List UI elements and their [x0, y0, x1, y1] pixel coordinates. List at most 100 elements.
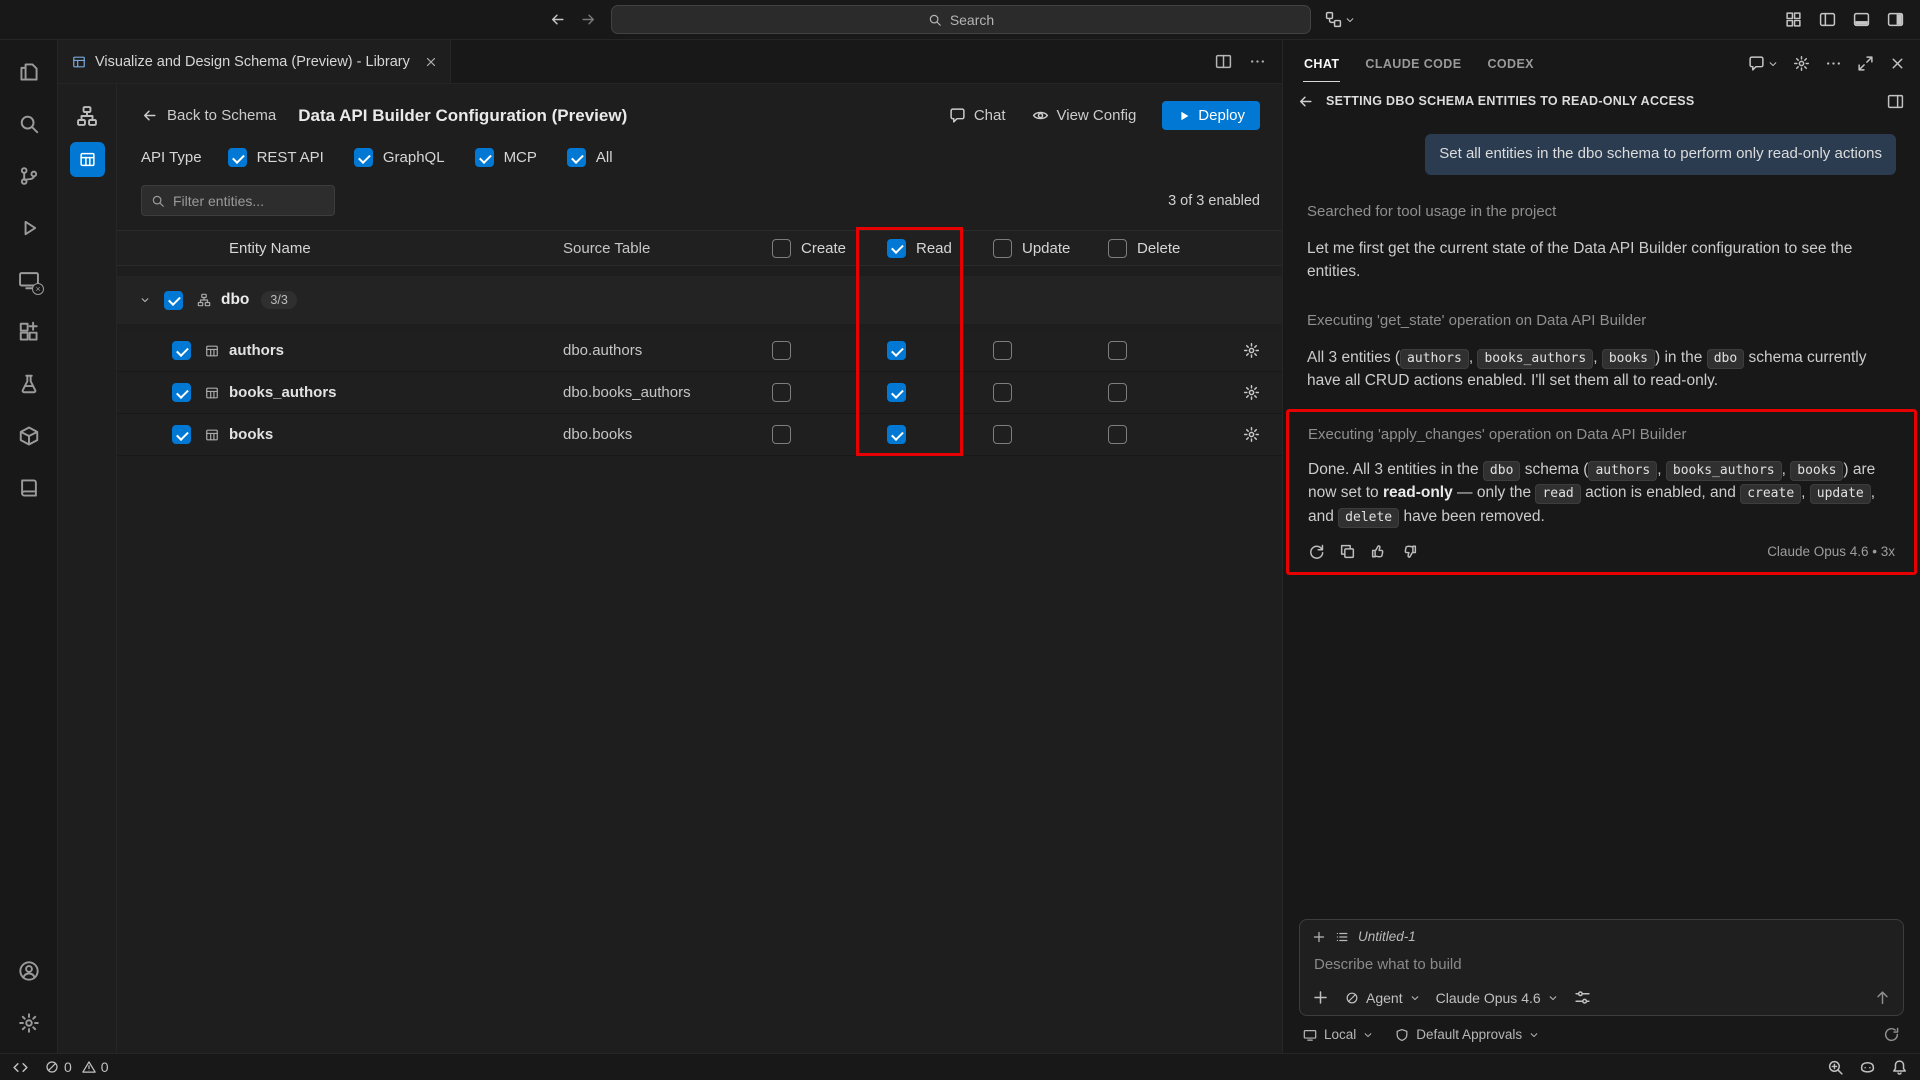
delete-checkbox[interactable]: [1108, 341, 1127, 360]
toggle-primary-sidebar-icon[interactable]: [1819, 11, 1836, 28]
all-checkbox[interactable]: [567, 148, 586, 167]
search-input[interactable]: Search: [611, 5, 1311, 34]
create-checkbox[interactable]: [772, 341, 791, 360]
editor-tab[interactable]: Visualize and Design Schema (Preview) - …: [58, 40, 451, 83]
delete-checkbox[interactable]: [1108, 425, 1127, 444]
nav-forward-icon[interactable]: [580, 11, 597, 28]
toggle-panel-icon[interactable]: [1853, 11, 1870, 28]
remote-indicator-icon[interactable]: [12, 1059, 29, 1076]
delete-checkbox[interactable]: [1108, 383, 1127, 402]
row-select-checkbox[interactable]: [172, 425, 191, 444]
sync-icon[interactable]: [1883, 1026, 1900, 1043]
copy-icon[interactable]: [1339, 543, 1356, 560]
open-session-in-editor-icon[interactable]: [1887, 93, 1904, 110]
thumbs-down-icon[interactable]: [1401, 543, 1418, 560]
read-checkbox[interactable]: [887, 425, 906, 444]
extensions-icon[interactable]: [0, 306, 57, 358]
delete-all-checkbox[interactable]: [1108, 239, 1127, 258]
api-option-graphql[interactable]: GraphQL: [354, 148, 445, 167]
filter-entities-input[interactable]: Filter entities...: [141, 185, 335, 216]
database-projects-icon[interactable]: [0, 410, 57, 462]
back-to-schema-button[interactable]: Back to Schema: [141, 107, 276, 124]
entity-name: books: [229, 426, 273, 443]
row-select-checkbox[interactable]: [172, 341, 191, 360]
row-settings-gear-icon[interactable]: [1243, 384, 1260, 401]
create-all-checkbox[interactable]: [772, 239, 791, 258]
read-checkbox[interactable]: [887, 341, 906, 360]
chat-prompt-input[interactable]: Describe what to build: [1314, 956, 1889, 973]
chat-more-actions-icon[interactable]: [1825, 55, 1842, 72]
retry-icon[interactable]: [1308, 543, 1325, 560]
chat-input-box[interactable]: Untitled-1 Describe what to build Agent …: [1299, 919, 1904, 1016]
update-checkbox[interactable]: [993, 425, 1012, 444]
schema-designer-icon[interactable]: [70, 98, 105, 133]
rest-api-checkbox[interactable]: [228, 148, 247, 167]
context-tab-label[interactable]: Untitled-1: [1358, 929, 1416, 944]
create-checkbox[interactable]: [772, 425, 791, 444]
model-picker-dropdown[interactable]: Claude Opus 4.6: [1436, 990, 1558, 1006]
tab-chat[interactable]: CHAT: [1303, 45, 1340, 82]
update-checkbox[interactable]: [993, 383, 1012, 402]
view-config-button[interactable]: View Config: [1032, 107, 1137, 124]
agent-mode-dropdown[interactable]: Agent: [1345, 990, 1420, 1006]
schema-group-row[interactable]: dbo 3/3: [117, 276, 1282, 324]
row-settings-gear-icon[interactable]: [1243, 426, 1260, 443]
table-row-books[interactable]: books dbo.books: [117, 414, 1282, 456]
thumbs-up-icon[interactable]: [1370, 543, 1387, 560]
api-option-mcp[interactable]: MCP: [475, 148, 537, 167]
source-control-icon[interactable]: [0, 150, 57, 202]
accounts-icon[interactable]: [0, 945, 57, 997]
nav-back-icon[interactable]: [549, 11, 566, 28]
entities-table-header: Entity Name Source Table Create Read Upd…: [117, 230, 1282, 266]
settings-gear-icon[interactable]: [0, 997, 57, 1049]
chat-close-icon[interactable]: [1889, 55, 1906, 72]
copilot-sessions-dropdown[interactable]: [1325, 11, 1355, 28]
read-checkbox[interactable]: [887, 383, 906, 402]
editor-more-actions-icon[interactable]: [1249, 53, 1266, 70]
update-checkbox[interactable]: [993, 341, 1012, 360]
send-icon[interactable]: [1874, 989, 1891, 1006]
customize-layout-icon[interactable]: [1785, 11, 1802, 28]
read-all-checkbox[interactable]: [887, 239, 906, 258]
tab-close-icon[interactable]: [424, 55, 438, 69]
session-back-icon[interactable]: [1297, 93, 1314, 110]
mcp-checkbox[interactable]: [475, 148, 494, 167]
tab-codex[interactable]: CODEX: [1486, 45, 1534, 82]
notifications-bell-icon[interactable]: [1891, 1059, 1908, 1076]
update-all-checkbox[interactable]: [993, 239, 1012, 258]
approvals-dropdown[interactable]: Default Approvals: [1395, 1027, 1539, 1042]
chat-expand-icon[interactable]: [1857, 55, 1874, 72]
testing-icon[interactable]: [0, 358, 57, 410]
deploy-button[interactable]: Deploy: [1162, 101, 1260, 130]
run-debug-icon[interactable]: [0, 202, 57, 254]
assistant-paragraph: Let me first get the current state of th…: [1307, 237, 1896, 284]
create-checkbox[interactable]: [772, 383, 791, 402]
graphql-checkbox[interactable]: [354, 148, 373, 167]
copilot-status-icon[interactable]: [1859, 1059, 1876, 1076]
collapse-chevron-icon[interactable]: [140, 295, 164, 305]
tab-claude-code[interactable]: CLAUDE CODE: [1364, 45, 1462, 82]
search-sidebar-icon[interactable]: [0, 98, 57, 150]
environment-dropdown[interactable]: Local: [1303, 1027, 1373, 1042]
add-context-icon[interactable]: [1312, 930, 1326, 944]
attach-icon[interactable]: [1312, 989, 1329, 1006]
tools-sliders-icon[interactable]: [1574, 989, 1591, 1006]
table-row-books-authors[interactable]: books_authors dbo.books_authors: [117, 372, 1282, 414]
toggle-secondary-sidebar-icon[interactable]: [1887, 11, 1904, 28]
chat-button[interactable]: Chat: [949, 107, 1006, 124]
api-option-all[interactable]: All: [567, 148, 613, 167]
remote-explorer-icon[interactable]: ×: [0, 254, 57, 306]
zoom-in-icon[interactable]: [1827, 1059, 1844, 1076]
new-chat-dropdown-icon[interactable]: [1748, 55, 1778, 72]
problems-indicator[interactable]: 0 0: [45, 1059, 109, 1075]
row-settings-gear-icon[interactable]: [1243, 342, 1260, 359]
split-editor-icon[interactable]: [1215, 53, 1232, 70]
row-select-checkbox[interactable]: [172, 383, 191, 402]
dab-config-icon[interactable]: [70, 142, 105, 177]
chat-settings-gear-icon[interactable]: [1793, 55, 1810, 72]
library-icon[interactable]: [0, 462, 57, 514]
table-row-authors[interactable]: authors dbo.authors: [117, 330, 1282, 372]
explorer-icon[interactable]: [0, 46, 57, 98]
api-option-rest[interactable]: REST API: [228, 148, 324, 167]
dbo-group-checkbox[interactable]: [164, 291, 183, 310]
